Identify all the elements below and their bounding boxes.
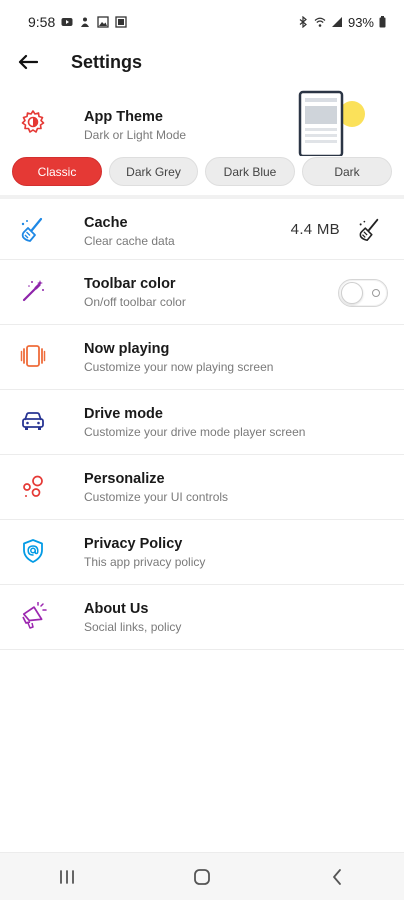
settings-item-about-us[interactable]: About Us Social links, policy (0, 585, 404, 650)
home-button[interactable] (172, 853, 232, 900)
broom-clear-icon (359, 218, 379, 242)
page-title: Settings (71, 51, 143, 72)
about-us-title: About Us (84, 601, 149, 617)
status-right: 93% (297, 15, 386, 30)
app-theme-title: App Theme (84, 109, 163, 125)
toolbar-color-subtitle: On/off toolbar color (84, 295, 186, 309)
about-us-text: About Us Social links, policy (84, 600, 181, 635)
recents-icon (60, 869, 75, 884)
settings-list: Cache Clear cache data 4.4 MB Toolbar co… (0, 195, 404, 650)
drive-mode-title: Drive mode (84, 406, 163, 422)
settings-item-now-playing[interactable]: Now playing Customize your now playing s… (0, 325, 404, 390)
now-playing-icon (18, 341, 48, 371)
app-theme-subtitle: Dark or Light Mode (84, 128, 187, 142)
megaphone-icon (18, 601, 48, 631)
bluetooth-icon (299, 16, 307, 28)
car-icon (18, 406, 48, 436)
personalize-text: Personalize Customize your UI controls (84, 470, 228, 505)
about-us-subtitle: Social links, policy (84, 620, 182, 634)
now-playing-subtitle: Customize your now playing screen (84, 360, 274, 374)
now-playing-title: Now playing (84, 341, 170, 357)
now-playing-text: Now playing Customize your now playing s… (84, 340, 273, 375)
status-time: 9:58 (28, 14, 56, 30)
gallery-notification-icon (115, 16, 127, 28)
status-bar: 9:58 93% (0, 0, 404, 44)
magic-wand-icon (18, 276, 48, 306)
toggle-knob (341, 282, 363, 304)
app-bar: Settings (0, 44, 404, 80)
image-notification-icon (97, 16, 109, 28)
system-navigation-bar (0, 852, 404, 900)
chevron-left-icon (332, 868, 341, 885)
broom-icon (18, 215, 48, 245)
back-button[interactable] (0, 44, 56, 80)
theme-chip-group: Classic Dark Grey Dark Blue Dark (12, 157, 404, 187)
teams-notification-icon (81, 17, 90, 27)
status-left: 9:58 (28, 14, 127, 30)
toolbar-color-toggle[interactable] (338, 279, 388, 307)
shield-at-icon (18, 536, 48, 566)
cache-subtitle: Clear cache data (84, 234, 175, 248)
settings-item-toolbar-color[interactable]: Toolbar color On/off toolbar color (0, 260, 404, 325)
toolbar-color-text: Toolbar color On/off toolbar color (84, 275, 186, 310)
recents-button[interactable] (37, 853, 97, 900)
settings-item-drive-mode[interactable]: Drive mode Customize your drive mode pla… (0, 390, 404, 455)
theme-gear-icon (18, 107, 48, 137)
home-icon (194, 868, 210, 885)
drive-mode-text: Drive mode Customize your drive mode pla… (84, 405, 305, 440)
arrow-left-icon (18, 54, 38, 70)
battery-icon (379, 16, 386, 28)
toolbar-color-title: Toolbar color (84, 276, 176, 292)
privacy-policy-text: Privacy Policy This app privacy policy (84, 535, 205, 570)
toggle-off-indicator (372, 289, 380, 297)
back-nav-button[interactable] (307, 853, 367, 900)
cache-title: Cache (84, 215, 128, 231)
battery-percent: 93% (347, 14, 374, 30)
theme-phone-illustration (298, 90, 365, 156)
cache-size: 4.4 MB (290, 221, 340, 238)
theme-chip-dark-grey[interactable]: Dark Grey (109, 157, 198, 186)
cache-text: Cache Clear cache data (84, 214, 175, 249)
settings-item-personalize[interactable]: Personalize Customize your UI controls (0, 455, 404, 520)
drive-mode-subtitle: Customize your drive mode player screen (84, 425, 306, 439)
bubbles-icon (18, 471, 48, 501)
personalize-title: Personalize (84, 471, 165, 487)
theme-chip-dark-blue[interactable]: Dark Blue (205, 157, 295, 186)
app-theme-row: App Theme Dark or Light Mode (0, 88, 404, 158)
settings-item-privacy-policy[interactable]: Privacy Policy This app privacy policy (0, 520, 404, 585)
privacy-policy-title: Privacy Policy (84, 536, 183, 552)
settings-item-cache[interactable]: Cache Clear cache data 4.4 MB (0, 195, 404, 260)
privacy-policy-subtitle: This app privacy policy (84, 555, 206, 569)
wifi-icon (314, 17, 326, 27)
personalize-subtitle: Customize your UI controls (84, 490, 229, 504)
clear-cache-button[interactable] (354, 215, 384, 245)
theme-chip-classic[interactable]: Classic (12, 157, 102, 186)
theme-chip-dark[interactable]: Dark (302, 157, 392, 186)
youtube-notification-icon (61, 18, 73, 26)
signal-icon (331, 17, 342, 27)
app-theme-text: App Theme Dark or Light Mode (84, 108, 186, 143)
